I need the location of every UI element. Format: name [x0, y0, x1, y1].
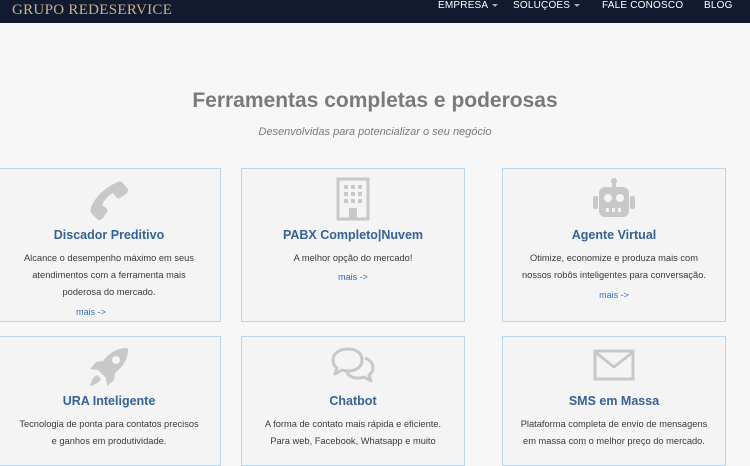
- chat-bubbles-icon: [242, 346, 464, 386]
- card-desc-line: Plataforma completa de envio de mensagen…: [520, 419, 708, 429]
- card-agente-virtual: Agente Virtual Otimize, economize e prod…: [502, 168, 726, 322]
- card-desc-line: A melhor opção do mercado!: [293, 253, 413, 263]
- card-desc-line: atendimentos com a ferramenta mais: [32, 270, 186, 280]
- card-desc-line: Alcance o desempenho máximo em seus: [23, 253, 194, 263]
- card-desc-line: nossos robôs inteligentes para conversaç…: [522, 270, 706, 280]
- more-link[interactable]: mais ->: [503, 290, 725, 300]
- robot-icon: [503, 178, 725, 222]
- nav-item-label: FALE CONOSCO: [602, 0, 684, 11]
- nav-item-empresa[interactable]: EMPRESA: [438, 0, 499, 11]
- phone-icon: [0, 179, 220, 221]
- card-title: SMS em Massa: [568, 394, 660, 408]
- card-chatbot: Chatbot A forma de contato mais rápida e…: [241, 336, 465, 466]
- nav-item-label: SOLUÇÕES: [513, 0, 571, 11]
- nav-item-label: EMPRESA: [438, 0, 489, 11]
- card-desc-line: poderosa do mercado.: [62, 287, 156, 297]
- card-desc-line: Otimize, economize e produza mais com: [530, 253, 698, 263]
- card-title: Chatbot: [329, 394, 377, 408]
- card-desc-line: Tecnologia de ponta para contatos precis…: [19, 419, 199, 429]
- card-desc-line: e ganhos em produtividade.: [51, 436, 167, 446]
- building-icon: [242, 177, 464, 221]
- card-ura-inteligente: URA Inteligente Tecnologia de ponta para…: [0, 336, 221, 466]
- caret-down-icon: [574, 3, 581, 7]
- card-desc-line: em massa com o melhor preço do mercado.: [523, 436, 705, 446]
- more-link[interactable]: mais ->: [242, 272, 464, 282]
- card-discador-preditivo: Discador Preditivo Alcance o desempenho …: [0, 168, 221, 322]
- card-title: Discador Preditivo: [53, 228, 165, 242]
- card-sms-em-massa: SMS em Massa Plataforma completa de envi…: [502, 336, 726, 466]
- card-desc-line: A forma de contato mais rápida e eficien…: [264, 419, 442, 429]
- card-title: Agente Virtual: [571, 228, 657, 242]
- brand-logo[interactable]: GRUPO REDESERVICE: [12, 2, 172, 19]
- page-subtitle: Desenvolvidas para potencializar o seu n…: [258, 126, 492, 138]
- card-pabx: PABX Completo|Nuvem A melhor opção do me…: [241, 168, 465, 322]
- nav-item-blog[interactable]: BLOG: [704, 0, 733, 11]
- card-title: URA Inteligente: [62, 394, 156, 408]
- card-title: PABX Completo|Nuvem: [282, 228, 424, 242]
- rocket-icon: [0, 345, 220, 389]
- caret-down-icon: [492, 3, 499, 7]
- page-title: Ferramentas completas e poderosas: [192, 89, 558, 112]
- top-navbar: GRUPO REDESERVICE EMPRESA SOLUÇÕES FALE …: [0, 0, 750, 23]
- more-link[interactable]: mais ->: [0, 307, 202, 317]
- nav-item-label: BLOG: [704, 0, 733, 11]
- card-desc-line: Para web, Facebook, Whatsapp e muito: [270, 436, 436, 446]
- nav-item-fale-conosco[interactable]: FALE CONOSCO: [602, 0, 683, 11]
- envelope-icon: [503, 348, 725, 382]
- nav-item-solucoes[interactable]: SOLUÇÕES: [513, 0, 581, 11]
